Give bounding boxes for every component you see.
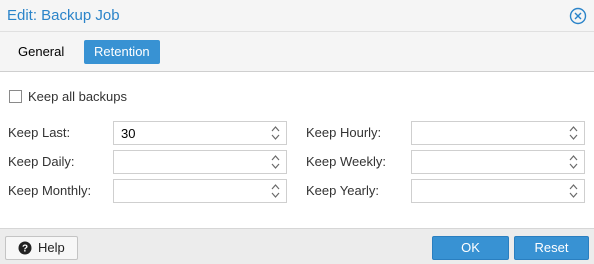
keep-hourly-label: Keep Hourly: (306, 125, 382, 140)
keep-weekly-label: Keep Weekly: (306, 154, 386, 169)
svg-text:?: ? (22, 244, 28, 255)
keep-daily-input[interactable] (113, 150, 287, 174)
window-titlebar: Edit: Backup Job (0, 0, 594, 32)
spinner-icon[interactable] (569, 154, 578, 170)
retention-panel: Keep all backups Keep Last: 30 Keep Hour… (0, 73, 594, 228)
tab-general[interactable]: General (8, 40, 74, 64)
dialog-footer: ? Help OK Reset (0, 228, 594, 264)
ok-button[interactable]: OK (432, 236, 509, 260)
keep-daily-label: Keep Daily: (8, 154, 75, 169)
help-button[interactable]: ? Help (5, 236, 78, 260)
keep-yearly-input[interactable] (411, 179, 585, 203)
keep-yearly-label: Keep Yearly: (306, 183, 380, 198)
help-label: Help (38, 240, 65, 255)
tab-retention[interactable]: Retention (84, 40, 160, 64)
keep-last-label: Keep Last: (8, 125, 71, 140)
reset-button[interactable]: Reset (514, 236, 589, 260)
spinner-icon[interactable] (271, 154, 280, 170)
keep-hourly-input[interactable] (411, 121, 585, 145)
keep-last-value: 30 (121, 126, 136, 141)
close-icon[interactable] (569, 7, 587, 25)
spinner-icon[interactable] (569, 183, 578, 199)
keep-last-input[interactable]: 30 (113, 121, 287, 145)
keep-all-backups-label: Keep all backups (28, 88, 128, 104)
keep-weekly-input[interactable] (411, 150, 585, 174)
spinner-icon[interactable] (271, 125, 280, 141)
keep-monthly-input[interactable] (113, 179, 287, 203)
keep-all-backups-row[interactable]: Keep all backups (9, 88, 127, 104)
window-title: Edit: Backup Job (7, 7, 120, 24)
spinner-icon[interactable] (569, 125, 578, 141)
keep-monthly-label: Keep Monthly: (8, 183, 92, 198)
keep-all-backups-checkbox[interactable] (9, 89, 22, 103)
spinner-icon[interactable] (271, 183, 280, 199)
help-icon: ? (18, 241, 32, 255)
tab-bar: General Retention (0, 32, 594, 72)
